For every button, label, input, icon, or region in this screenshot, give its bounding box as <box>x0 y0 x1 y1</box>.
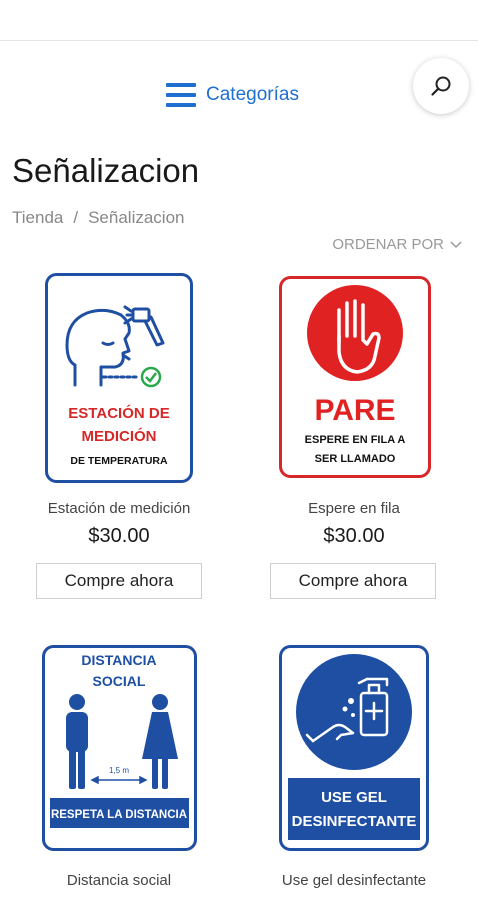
sign-text-line-2: DESINFECTANTE <box>292 813 417 830</box>
sign-text-line-3: DE TEMPERATURA <box>70 455 168 467</box>
buy-now-button[interactable]: Compre ahora <box>270 563 436 599</box>
sort-label: ORDENAR POR <box>332 236 444 253</box>
sign-text-line-1: PARE <box>314 394 395 427</box>
sign-text-line-2: MEDICIÓN <box>82 427 157 445</box>
sign-text-line-3: RESPETA LA DISTANCIA <box>51 809 187 821</box>
breadcrumb: Tienda / Señalizacion <box>12 208 185 228</box>
sign-text-line-2: SOCIAL <box>93 673 146 689</box>
breadcrumb-current: Señalizacion <box>88 208 185 227</box>
breadcrumb-link-tienda[interactable]: Tienda <box>12 208 63 228</box>
breadcrumb-separator: / <box>73 208 79 227</box>
buy-now-button[interactable]: Compre ahora <box>36 563 202 599</box>
page-title: Señalizacion <box>12 152 200 189</box>
hamburger-icon <box>166 83 196 107</box>
sign-text-line-1: DISTANCIA <box>81 652 156 668</box>
search-button[interactable] <box>413 58 469 114</box>
sort-dropdown[interactable]: ORDENAR POR <box>332 236 462 253</box>
product-name[interactable]: Distancia social <box>19 872 219 889</box>
sign-text-line-1: USE GEL <box>321 789 387 806</box>
sign-text-line-2: ESPERE EN FILA A <box>305 434 406 446</box>
chevron-down-icon <box>450 240 462 248</box>
header-divider <box>0 40 478 41</box>
categories-label: Categorías <box>206 84 299 105</box>
product-image-gel[interactable]: USE GEL DESINFECTANTE <box>279 645 429 851</box>
product-price: $30.00 <box>88 525 150 547</box>
hand-sanitizer-icon <box>296 654 412 770</box>
product-price: $30.00 <box>323 525 385 547</box>
categories-menu-button[interactable]: Categorías <box>166 80 299 110</box>
product-image-distancia[interactable]: DISTANCIA SOCIAL 1,5 m RESPETA LA DISTAN… <box>42 645 197 851</box>
product-name[interactable]: Use gel desinfectante <box>254 872 454 889</box>
search-icon <box>431 76 451 96</box>
product-name[interactable]: Espere en fila <box>254 500 454 517</box>
product-image-pare[interactable]: PARE ESPERE EN FILA A SER LLAMADO <box>279 276 431 478</box>
sign-text-line-1: ESTACIÓN DE <box>68 404 169 422</box>
product-image-estacion[interactable]: ESTACIÓN DE MEDICIÓN DE TEMPERATURA <box>45 273 193 483</box>
product-name[interactable]: Estación de medición <box>19 500 219 517</box>
sign-text-line-3: SER LLAMADO <box>315 453 396 465</box>
distance-measure-label: 1,5 m <box>109 766 129 775</box>
